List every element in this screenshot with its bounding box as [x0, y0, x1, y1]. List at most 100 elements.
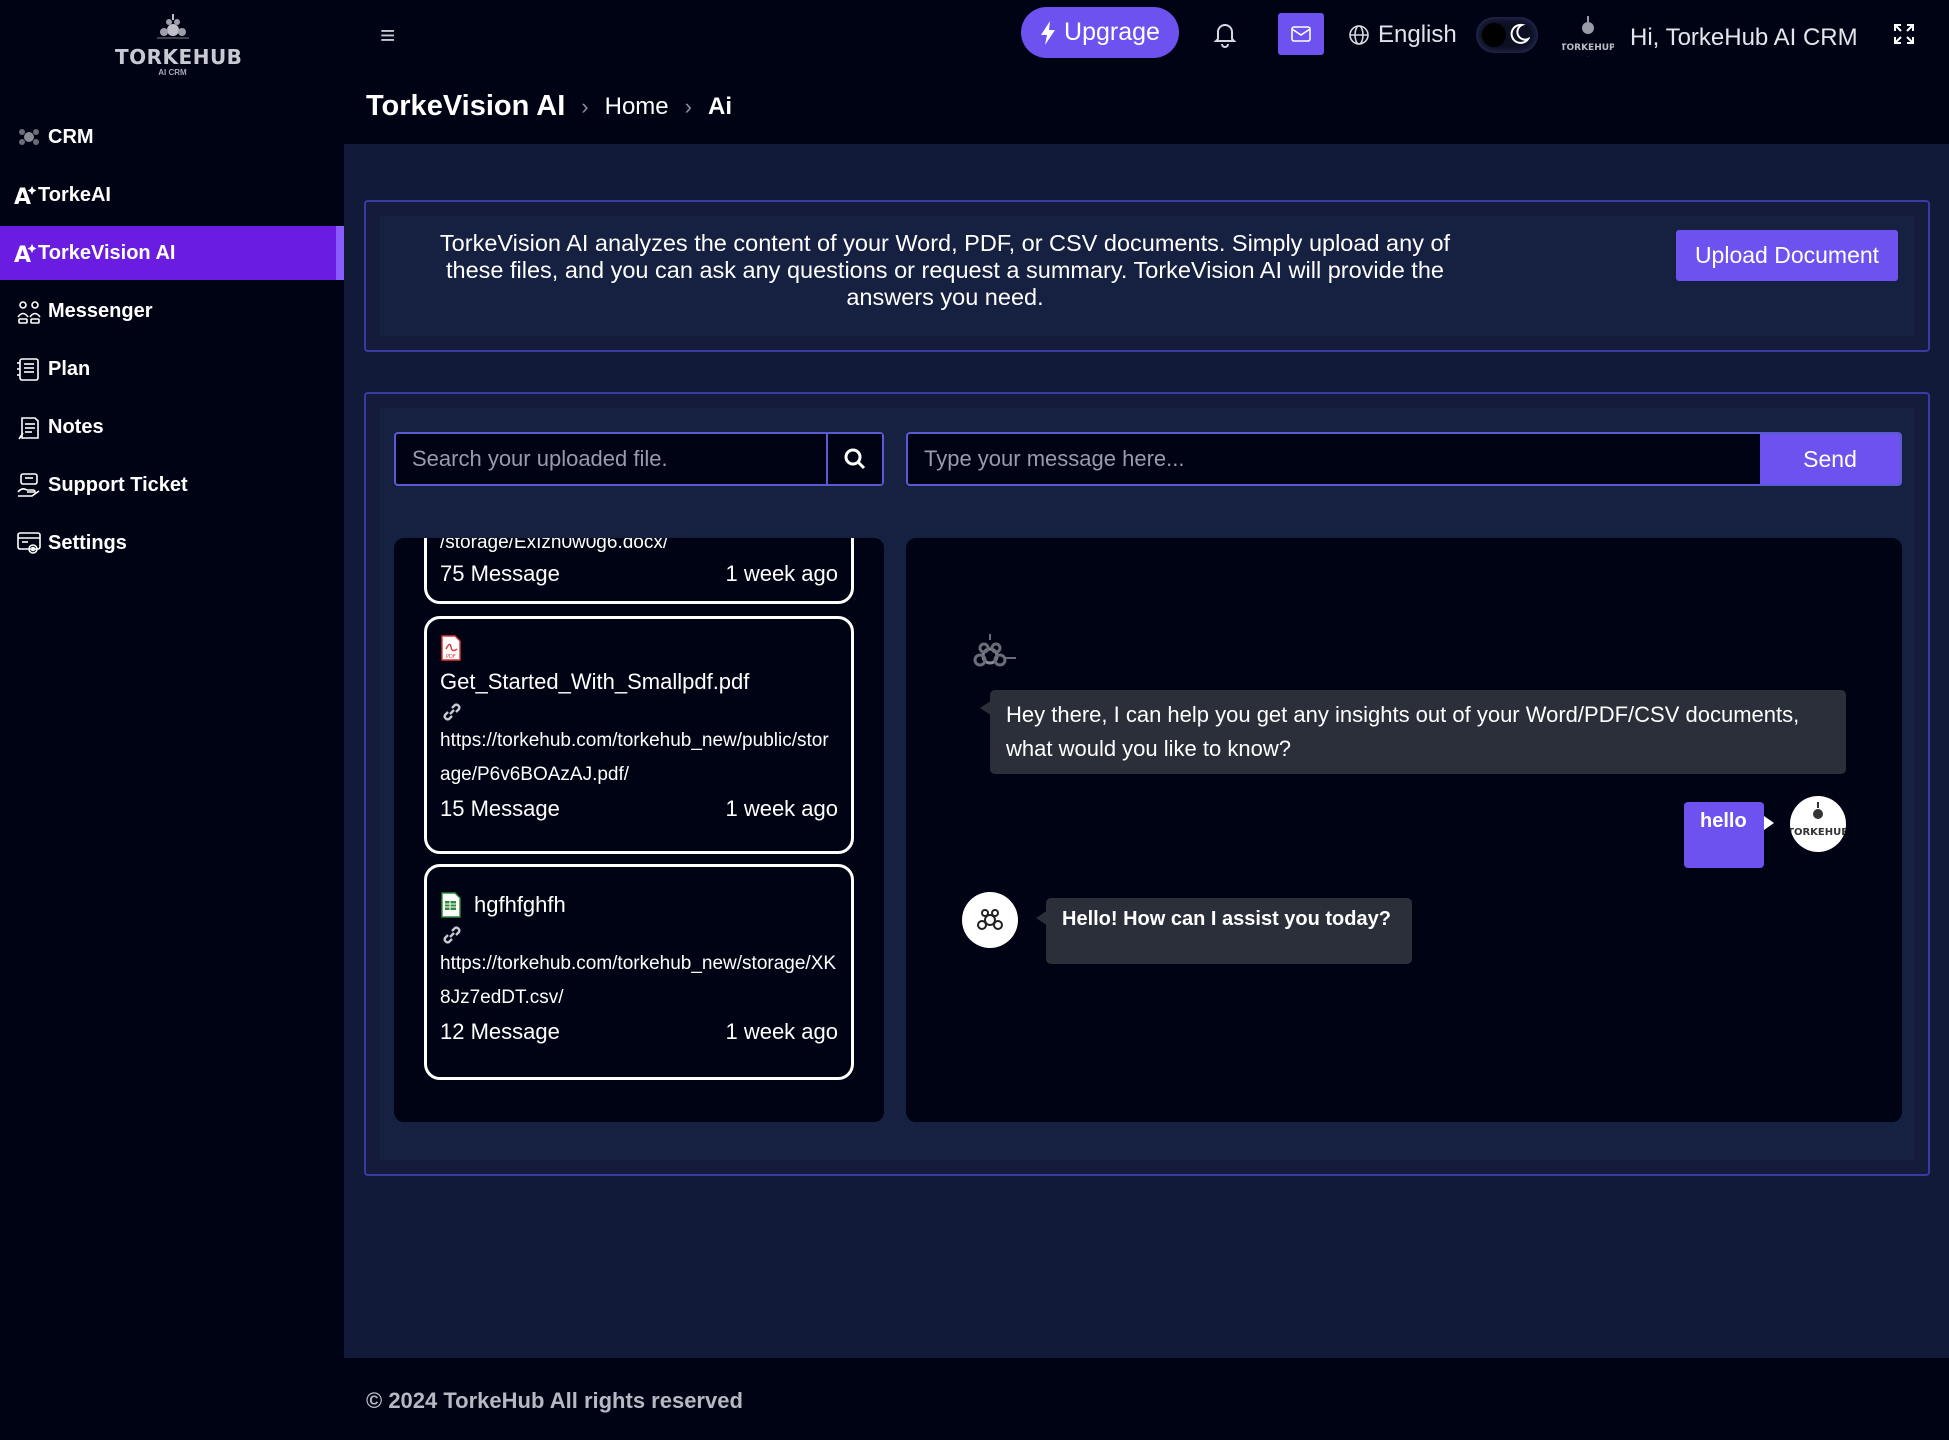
- file-name: hgfhfghfh: [474, 892, 566, 917]
- chat-panel: Hey there, I can help you get any insigh…: [906, 538, 1902, 1122]
- file-message-count: 75 Message: [440, 561, 560, 586]
- bot-logo-icon: [962, 628, 1018, 689]
- support-icon: [14, 470, 44, 500]
- file-card[interactable]: hgfhfghfh https://torkehub.com/torkehub_…: [424, 864, 854, 1080]
- notes-icon: [14, 412, 44, 442]
- sidebar-item-label: TorkeVision AI: [38, 241, 176, 264]
- sidebar-item-messenger[interactable]: Messenger: [0, 284, 344, 338]
- send-button[interactable]: Send: [1760, 434, 1900, 484]
- file-name: Get_Started_With_Smallpdf.pdf: [440, 669, 750, 694]
- crm-icon: [14, 122, 44, 152]
- logo-text: TORKEHUB: [115, 45, 243, 69]
- sidebar-item-label: CRM: [48, 125, 94, 148]
- link-icon: [443, 703, 461, 721]
- svg-text:TORKEHUB: TORKEHUB: [1790, 827, 1846, 838]
- toggle-knob: [1482, 23, 1506, 47]
- search-button[interactable]: [826, 434, 882, 484]
- file-time: 1 week ago: [725, 561, 838, 586]
- file-url: /storage/ExIzh0w0g6.docx/: [440, 538, 669, 553]
- page-title: TorkeVision AI: [366, 90, 566, 122]
- lightning-icon: [1041, 20, 1056, 45]
- mail-button[interactable]: [1278, 13, 1324, 55]
- sidebar-item-label: Notes: [48, 415, 104, 438]
- bot-greeting-message: Hey there, I can help you get any insigh…: [980, 690, 1846, 774]
- user-greeting: Hi, TorkeHub AI CRM: [1630, 24, 1858, 51]
- ai-icon: A: [14, 238, 38, 268]
- uploaded-files-panel[interactable]: /storage/ExIzh0w0g6.docx/ 75 Message 1 w…: [394, 538, 884, 1122]
- breadcrumb-current: Ai: [707, 92, 732, 120]
- sidebar: TORKEHUB AI CRM CRM A TorkeAI A TorkeVis…: [0, 0, 344, 1440]
- sidebar-item-plan[interactable]: Plan: [0, 342, 344, 396]
- moon-icon: [1510, 23, 1530, 44]
- svg-text:PDF: PDF: [446, 654, 456, 660]
- file-search-input[interactable]: [396, 434, 826, 484]
- chevron-right-icon: ›: [581, 93, 589, 119]
- notification-bell-icon[interactable]: [1212, 20, 1242, 50]
- svg-text:A: A: [14, 185, 31, 208]
- sidebar-item-torkevision-ai[interactable]: A TorkeVision AI: [0, 226, 344, 280]
- info-card-inner: TorkeVision AI analyzes the content of y…: [380, 216, 1914, 336]
- sidebar-item-label: Messenger: [48, 299, 153, 322]
- file-meta: 75 Message 1 week ago: [440, 557, 838, 591]
- sidebar-item-torkeai[interactable]: A TorkeAI: [0, 168, 344, 222]
- file-url[interactable]: https://torkehub.com/torkehub_new/storag…: [440, 947, 838, 1015]
- chevron-right-icon: ›: [684, 93, 692, 119]
- sidebar-item-support-ticket[interactable]: Support Ticket: [0, 458, 344, 512]
- settings-icon: [14, 528, 44, 558]
- ai-icon: A: [14, 180, 38, 210]
- mail-icon: [1291, 26, 1311, 42]
- sidebar-item-settings[interactable]: Settings: [0, 516, 344, 570]
- file-card[interactable]: /storage/ExIzh0w0g6.docx/ 75 Message 1 w…: [424, 538, 854, 604]
- upgrade-button[interactable]: Upgrage: [1021, 7, 1179, 58]
- file-url[interactable]: https://torkehub.com/torkehub_new/public…: [440, 724, 838, 792]
- torkehub-logo[interactable]: TORKEHUB AI CRM: [115, 12, 243, 82]
- info-card: TorkeVision AI analyzes the content of y…: [364, 200, 1930, 352]
- message-input[interactable]: [908, 434, 1760, 484]
- logo-mark-icon: [156, 14, 189, 39]
- sidebar-item-label: Support Ticket: [48, 473, 188, 496]
- file-card[interactable]: PDF Get_Started_With_Smallpdf.pdf https:…: [424, 616, 854, 854]
- sidebar-item-crm[interactable]: CRM: [0, 110, 344, 164]
- menu-toggle-icon[interactable]: ≡: [380, 20, 410, 50]
- file-time: 1 week ago: [725, 796, 838, 821]
- copyright-text: © 2024 TorkeHub All rights reserved: [366, 1388, 743, 1413]
- bot-reply-message: Hello! How can I assist you today?: [1036, 898, 1412, 964]
- chat-card: Send /storage/ExIzh0w0g6.docx/ 75 Messag…: [364, 392, 1930, 1176]
- file-meta: 15 Message 1 week ago: [440, 792, 838, 826]
- file-time: 1 week ago: [725, 1019, 838, 1044]
- breadcrumb-home[interactable]: Home: [605, 93, 669, 121]
- dark-mode-toggle[interactable]: [1476, 17, 1538, 53]
- footer: © 2024 TorkeHub All rights reserved: [344, 1358, 1949, 1440]
- user-chat-avatar: TORKEHUB: [1790, 796, 1846, 852]
- top-header: ≡ Upgrage English TORKEHUP · Hi, TorkeHu…: [344, 0, 1949, 144]
- csv-file-icon: [441, 892, 461, 918]
- language-selector[interactable]: English: [1348, 18, 1457, 52]
- search-icon: [844, 448, 866, 470]
- logo-subtext: AI CRM: [158, 68, 187, 77]
- sidebar-item-label: TorkeAI: [38, 183, 111, 206]
- link-icon: [443, 926, 461, 944]
- sidebar-nav: CRM A TorkeAI A TorkeVision AI Messenger…: [0, 110, 344, 574]
- chat-card-inner: Send /storage/ExIzh0w0g6.docx/ 75 Messag…: [380, 408, 1914, 1160]
- message-box: Send: [906, 432, 1902, 486]
- plan-icon: [14, 354, 44, 384]
- file-meta: 12 Message 1 week ago: [440, 1015, 838, 1049]
- user-message: hello: [1684, 802, 1774, 868]
- bot-avatar: [962, 892, 1018, 948]
- pdf-file-icon: PDF: [441, 635, 461, 661]
- upload-document-button[interactable]: Upload Document: [1676, 230, 1898, 281]
- file-title-row: hgfhfghfh: [440, 889, 838, 921]
- globe-icon: [1349, 25, 1369, 45]
- file-search-box: [394, 432, 884, 486]
- svg-text:·: ·: [1587, 54, 1589, 60]
- sidebar-item-notes[interactable]: Notes: [0, 400, 344, 454]
- user-avatar[interactable]: TORKEHUP ·: [1560, 14, 1616, 66]
- sidebar-item-label: Plan: [48, 357, 91, 380]
- upgrade-label: Upgrage: [1064, 18, 1160, 46]
- avatar-text: TORKEHUP: [1562, 43, 1614, 53]
- messenger-icon: [14, 296, 44, 326]
- info-description: TorkeVision AI analyzes the content of y…: [439, 230, 1451, 310]
- fullscreen-icon[interactable]: [1892, 22, 1918, 48]
- svg-text:A: A: [14, 243, 31, 266]
- breadcrumb: TorkeVision AI › Home › Ai: [366, 90, 732, 123]
